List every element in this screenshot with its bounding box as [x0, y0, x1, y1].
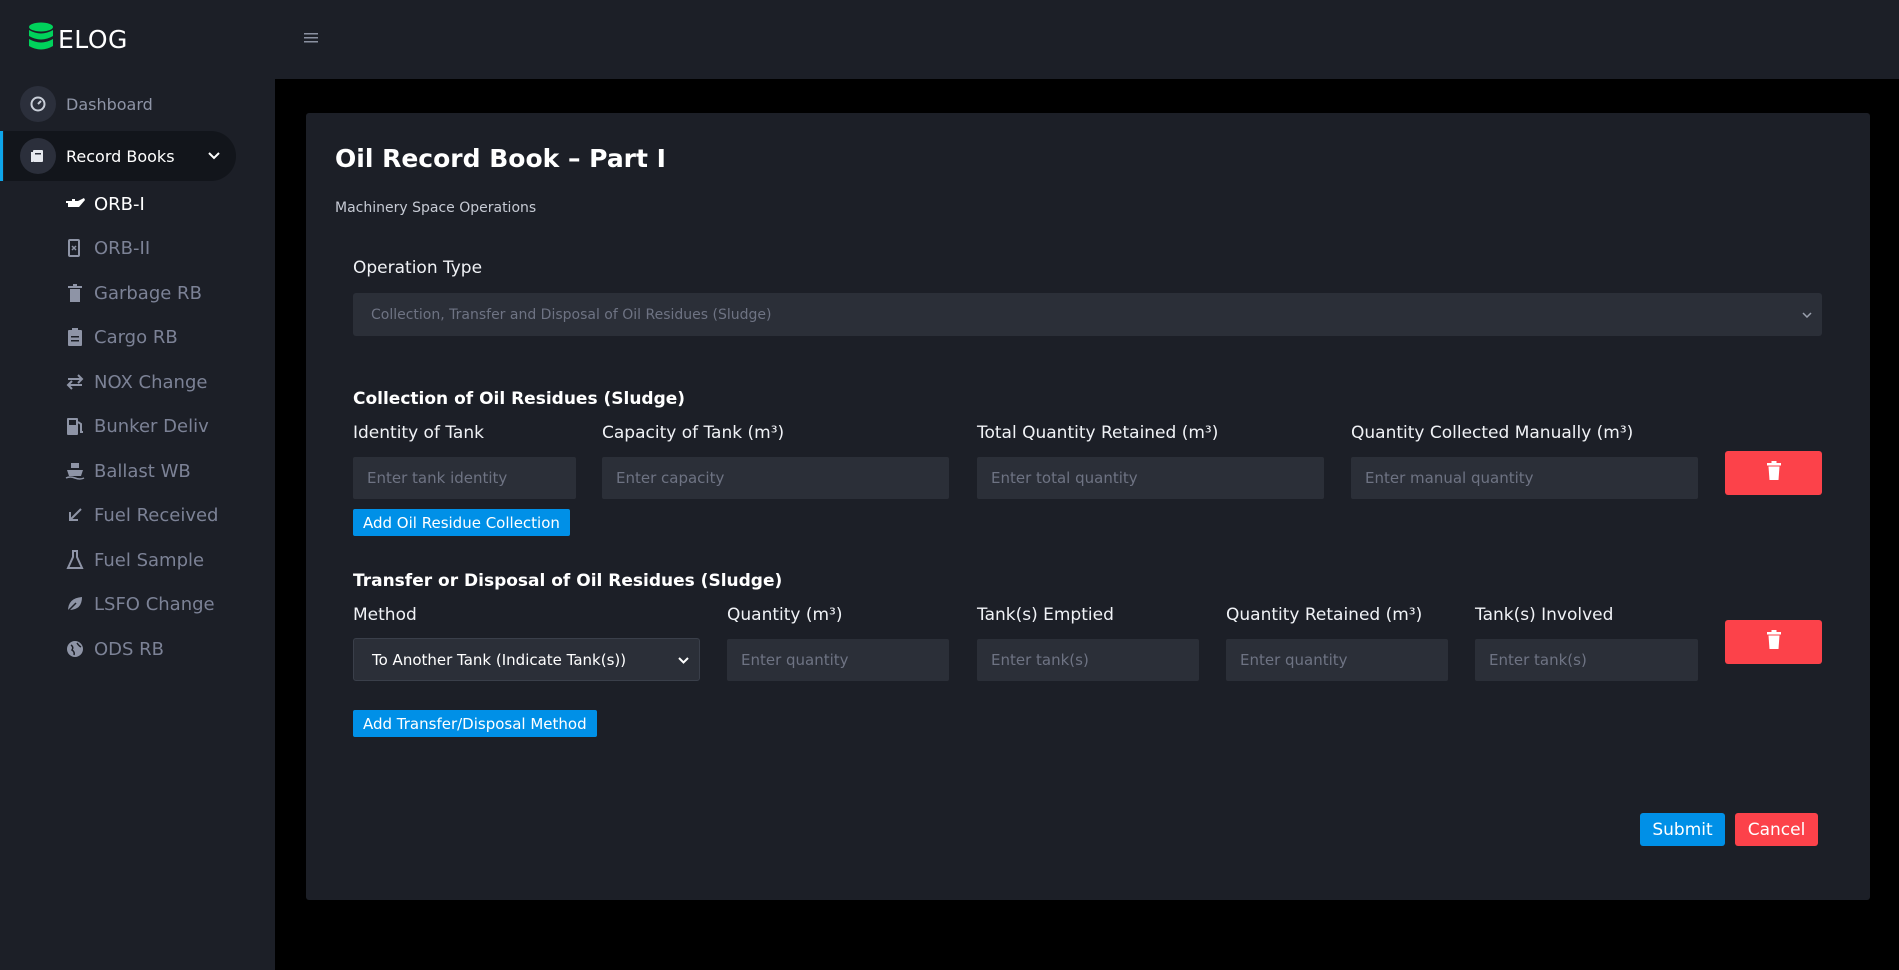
database-icon	[28, 22, 54, 56]
transfer-quantity-input[interactable]	[727, 639, 949, 681]
sidebar-item-dashboard[interactable]: Dashboard	[20, 79, 153, 129]
page-subtitle: Machinery Space Operations	[335, 200, 537, 216]
tanks-emptied-input[interactable]	[977, 639, 1199, 681]
sidebar: ELOG Dashboard Record Books ORB-I ORB-II…	[0, 0, 275, 970]
exchange-arrows-icon	[63, 374, 87, 390]
sidebar-subitem-label: ORB-I	[94, 193, 145, 215]
tank-identity-input[interactable]	[353, 457, 576, 499]
fuel-pump-icon	[63, 416, 87, 436]
sidebar-subitem-fuel-received[interactable]: Fuel Received	[63, 500, 218, 530]
speedometer-icon	[20, 86, 56, 122]
brand-name: ELOG	[58, 24, 128, 54]
total-quantity-retained-label: Total Quantity Retained (m³)	[977, 423, 1219, 443]
sidebar-subitem-garbage-rb[interactable]: Garbage RB	[63, 278, 202, 308]
submit-button[interactable]: Submit	[1640, 813, 1725, 846]
operation-type-value: Collection, Transfer and Disposal of Oil…	[371, 306, 772, 323]
manual-quantity-input[interactable]	[1351, 457, 1698, 499]
add-transfer-disposal-method-button[interactable]: Add Transfer/Disposal Method	[353, 710, 597, 737]
collection-section-title: Collection of Oil Residues (Sludge)	[353, 389, 686, 409]
clipboard-icon	[63, 327, 87, 347]
delete-collection-button[interactable]	[1725, 451, 1822, 495]
sidebar-subitem-label: Bunker Deliv	[94, 415, 209, 437]
sidebar-subitem-cargo-rb[interactable]: Cargo RB	[63, 322, 178, 352]
chevron-down-icon	[1802, 308, 1812, 321]
arrow-down-left-icon	[63, 507, 87, 523]
capacity-of-tank-label: Capacity of Tank (m³)	[602, 423, 785, 443]
chevron-down-icon	[208, 149, 220, 164]
oil-can-icon	[63, 197, 87, 211]
method-value: To Another Tank (Indicate Tank(s))	[372, 650, 627, 669]
sidebar-subitem-label: Fuel Sample	[94, 549, 205, 571]
sidebar-item-label: Record Books	[66, 146, 175, 166]
leaf-icon	[63, 595, 87, 613]
operation-type-select[interactable]: Collection, Transfer and Disposal of Oil…	[353, 293, 1822, 336]
sidebar-item-record-books[interactable]: Record Books	[4, 131, 236, 181]
sidebar-subitem-orb-ii[interactable]: ORB-II	[63, 233, 150, 263]
tanks-involved-input[interactable]	[1475, 639, 1698, 681]
sidebar-subitem-label: ODS RB	[94, 638, 165, 660]
globe-icon	[63, 640, 87, 658]
sidebar-subitem-label: LSFO Change	[94, 593, 215, 615]
quantity-retained-label: Quantity Retained (m³)	[1226, 605, 1423, 625]
quantity-label: Quantity (m³)	[727, 605, 843, 625]
tank-capacity-input[interactable]	[602, 457, 949, 499]
quantity-collected-manually-label: Quantity Collected Manually (m³)	[1351, 423, 1634, 443]
brand-logo[interactable]: ELOG	[28, 22, 128, 56]
sidebar-subitem-nox-change[interactable]: NOX Change	[63, 367, 207, 397]
total-quantity-input[interactable]	[977, 457, 1324, 499]
sidebar-subitem-label: Fuel Received	[94, 504, 219, 526]
cancel-button[interactable]: Cancel	[1735, 813, 1818, 846]
sidebar-subitem-ballast-wb[interactable]: Ballast WB	[63, 456, 191, 486]
sidebar-subitem-lsfo-change[interactable]: LSFO Change	[63, 589, 215, 619]
book-icon	[20, 138, 56, 174]
hamburger-menu-icon[interactable]	[304, 28, 318, 49]
top-navbar	[275, 0, 1899, 79]
operation-type-label: Operation Type	[353, 258, 483, 278]
add-oil-residue-collection-button[interactable]: Add Oil Residue Collection	[353, 509, 570, 536]
sidebar-subitem-ods-rb[interactable]: ODS RB	[63, 634, 164, 664]
trash-icon	[1766, 630, 1782, 654]
ship-icon	[63, 462, 87, 480]
delete-transfer-button[interactable]	[1725, 620, 1822, 664]
sidebar-subitem-fuel-sample[interactable]: Fuel Sample	[63, 545, 204, 575]
sidebar-item-label: Dashboard	[66, 94, 153, 114]
sidebar-subitem-label: NOX Change	[94, 371, 208, 393]
method-label: Method	[353, 605, 417, 625]
identity-of-tank-label: Identity of Tank	[353, 423, 484, 443]
sidebar-subitem-orb-i[interactable]: ORB-I	[63, 189, 145, 219]
page-title: Oil Record Book – Part I	[335, 144, 666, 173]
sidebar-subitem-label: Garbage RB	[94, 282, 202, 304]
gas-pump-icon	[63, 238, 87, 258]
tanks-involved-label: Tank(s) Involved	[1475, 605, 1614, 625]
tanks-emptied-label: Tank(s) Emptied	[977, 605, 1114, 625]
flask-icon	[63, 550, 87, 570]
trash-icon	[63, 283, 87, 303]
sidebar-subitem-label: ORB-II	[94, 237, 151, 259]
transfer-section-title: Transfer or Disposal of Oil Residues (Sl…	[353, 571, 783, 591]
trash-icon	[1766, 461, 1782, 485]
sidebar-subitem-label: Cargo RB	[94, 326, 178, 348]
quantity-retained-input[interactable]	[1226, 639, 1448, 681]
sidebar-subitem-bunker-deliv[interactable]: Bunker Deliv	[63, 411, 209, 441]
active-indicator	[0, 131, 3, 181]
sidebar-subitem-label: Ballast WB	[94, 460, 191, 482]
form-card: Oil Record Book – Part I Machinery Space…	[306, 113, 1870, 900]
chevron-down-icon	[678, 653, 689, 667]
method-select[interactable]: To Another Tank (Indicate Tank(s))	[353, 638, 700, 681]
